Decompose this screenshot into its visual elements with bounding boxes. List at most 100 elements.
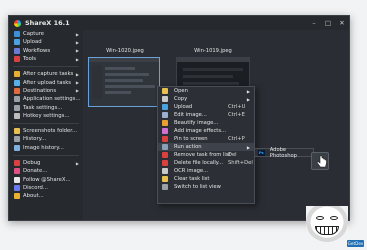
context-menu-item[interactable]: Upload Ctrl+U (158, 103, 254, 111)
context-menu-item-label: Edit image... (174, 112, 207, 118)
upload-icon (162, 104, 168, 110)
submenu-arrow-icon: ▶ (246, 88, 250, 94)
sidebar-separator (13, 63, 79, 68)
capture-icon (14, 31, 20, 38)
sidebar-item-label: Discord... (23, 184, 48, 191)
context-menu: Open ▶ Copy ▶ Upload Ctrl+U Edit image... Ctrl+… (157, 86, 255, 204)
sidebar-item-label: About... (23, 193, 44, 200)
sidebar-item[interactable]: Debug ▶ (9, 159, 83, 167)
run-action-icon (162, 144, 168, 150)
sidebar-item[interactable]: About... (9, 192, 83, 200)
context-menu-item-label: Open (174, 88, 188, 94)
context-menu-item[interactable]: Add image effects... (158, 127, 254, 135)
sidebar-item-label: Task settings... (23, 104, 63, 111)
context-menu-item-label: Copy (174, 96, 188, 102)
sidebar-item-label: After capture tasks (23, 71, 74, 78)
minimize-icon[interactable]: – (307, 19, 321, 27)
submenu-item-adobe-photoshop[interactable]: Adobe Photoshop (270, 147, 313, 159)
context-menu-item[interactable]: Edit image... Ctrl+E (158, 111, 254, 119)
submenu-arrow-icon: ▶ (75, 71, 79, 77)
sidebar-item[interactable]: Follow @ShareX... (9, 175, 83, 183)
pin-icon (162, 136, 168, 142)
task-settings-icon (14, 104, 20, 111)
sidebar-item[interactable]: Hotkey settings... (9, 112, 83, 120)
list-view-icon (162, 184, 168, 190)
window-title: ShareX 16.1 (25, 19, 70, 27)
thumbnail-image[interactable] (88, 57, 160, 107)
sidebar-menu: Capture ▶ Upload ▶ Workflows ▶ Tools ▶ After cap… (9, 30, 83, 220)
delete-icon (162, 160, 168, 166)
sidebar-item-label: Workflows (23, 47, 51, 54)
sidebar-item[interactable]: Task settings... (9, 103, 83, 111)
context-menu-item[interactable]: Run action ▶ (158, 143, 254, 151)
ocr-icon (162, 168, 168, 174)
sidebar-item[interactable]: Workflows ▶ (9, 47, 83, 55)
thumbnail-title: Win-1019.jpeg (194, 48, 232, 54)
sharex-window: ShareX 16.1 – □ ✕ Capture ▶ Upload ▶ Workflo… (8, 15, 350, 221)
sidebar-item[interactable]: Screenshots folder... (9, 127, 83, 135)
submenu-arrow-icon: ▶ (75, 80, 79, 86)
submenu-arrow-icon: ▶ (75, 48, 79, 54)
sidebar-item[interactable]: History... (9, 135, 83, 143)
close-icon[interactable]: ✕ (335, 19, 349, 27)
sidebar-item[interactable]: Discord... (9, 184, 83, 192)
donate-icon (14, 168, 20, 175)
photoshop-icon: Ps (258, 149, 265, 156)
shortcut-label: Ctrl+P (228, 136, 245, 142)
maximize-icon[interactable]: □ (321, 19, 335, 27)
context-menu-item[interactable]: Open ▶ (158, 87, 254, 95)
context-menu-item-label: Add image effects... (174, 128, 226, 134)
sidebar-item[interactable]: After capture tasks ▶ (9, 70, 83, 78)
context-menu-item[interactable]: Beautify image... (158, 119, 254, 127)
sidebar-item-label: Tools (23, 56, 37, 63)
sidebar-item[interactable]: Capture ▶ (9, 30, 83, 38)
shortcut-label: Del (228, 152, 237, 158)
sidebar-item-label: Screenshots folder... (23, 128, 78, 135)
context-menu-item-label: Delete file locally... (174, 160, 224, 166)
discord-icon (14, 184, 20, 191)
sidebar-item-label: Hotkey settings... (23, 112, 70, 119)
sidebar-item-label: Capture (23, 31, 45, 38)
context-menu-item[interactable]: Remove task from list Del (158, 151, 254, 159)
edit-image-icon (162, 112, 168, 118)
context-menu-item[interactable]: OCR image... (158, 167, 254, 175)
after-capture-icon (14, 71, 20, 78)
context-menu-item[interactable]: Pin to screen Ctrl+P (158, 135, 254, 143)
remove-icon (162, 152, 168, 158)
shortcut-label: Shift+Del (228, 160, 253, 166)
beautify-icon (162, 120, 168, 126)
context-menu-item[interactable]: Switch to list view (158, 183, 254, 191)
title-bar: ShareX 16.1 – □ ✕ (9, 16, 349, 30)
submenu-arrow-icon: ▶ (75, 88, 79, 94)
sidebar-separator (13, 120, 79, 124)
run-action-submenu[interactable]: Ps Adobe Photoshop (254, 147, 314, 159)
sidebar-separator (13, 152, 79, 156)
debug-icon (14, 160, 20, 166)
sidebar-item[interactable]: After upload tasks ▶ (9, 78, 83, 86)
sidebar-item[interactable]: Upload ▶ (9, 38, 83, 46)
sidebar-item[interactable]: Donate... (9, 167, 83, 175)
submenu-arrow-icon: ▶ (75, 56, 79, 62)
submenu-arrow-icon: ▶ (75, 31, 79, 37)
sidebar-item[interactable]: Destinations ▶ (9, 87, 83, 95)
context-menu-item[interactable]: Clear task list (158, 175, 254, 183)
hand-cursor-icon (311, 152, 329, 170)
about-icon (14, 193, 20, 200)
image-effects-icon (162, 128, 168, 134)
context-menu-item-label: Remove task from list (174, 152, 231, 158)
workflows-icon (14, 47, 20, 54)
after-upload-icon (14, 79, 20, 86)
sidebar-item[interactable]: Application settings... (9, 95, 83, 103)
shortcut-label: Ctrl+E (228, 112, 245, 118)
sidebar-item[interactable]: Image history... (9, 144, 83, 152)
corner-watermark: GetDev (347, 240, 364, 247)
context-menu-item-label: Pin to screen (174, 136, 208, 142)
submenu-arrow-icon: ▶ (75, 39, 79, 45)
troll-face-image (306, 206, 348, 242)
copy-icon (162, 96, 168, 102)
context-menu-item[interactable]: Copy ▶ (158, 95, 254, 103)
sidebar-item[interactable]: Tools ▶ (9, 55, 83, 63)
context-menu-item[interactable]: Delete file locally... Shift+Del (158, 159, 254, 167)
sidebar-item-label: Follow @ShareX... (23, 176, 71, 183)
sharex-logo-icon (14, 19, 21, 27)
